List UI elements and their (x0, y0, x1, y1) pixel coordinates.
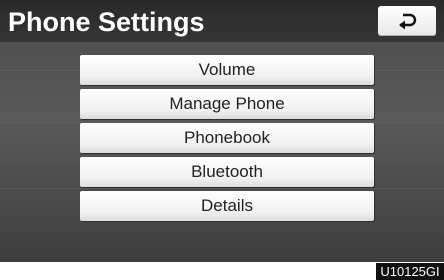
page-title: Phone Settings (8, 7, 205, 37)
details-button[interactable]: Details (80, 191, 374, 221)
volume-button[interactable]: Volume (80, 55, 374, 85)
manage-phone-button[interactable]: Manage Phone (80, 89, 374, 119)
bluetooth-button[interactable]: Bluetooth (80, 157, 374, 187)
image-code-label: U10125GI (376, 263, 444, 280)
phonebook-button[interactable]: Phonebook (80, 123, 374, 153)
background-streak (0, 188, 444, 189)
header-bar: Phone Settings (0, 0, 444, 42)
return-arrow-icon (399, 13, 417, 30)
back-button[interactable] (378, 6, 436, 36)
phone-settings-screen: Phone Settings Volume Manage Phone Phone… (0, 0, 444, 262)
